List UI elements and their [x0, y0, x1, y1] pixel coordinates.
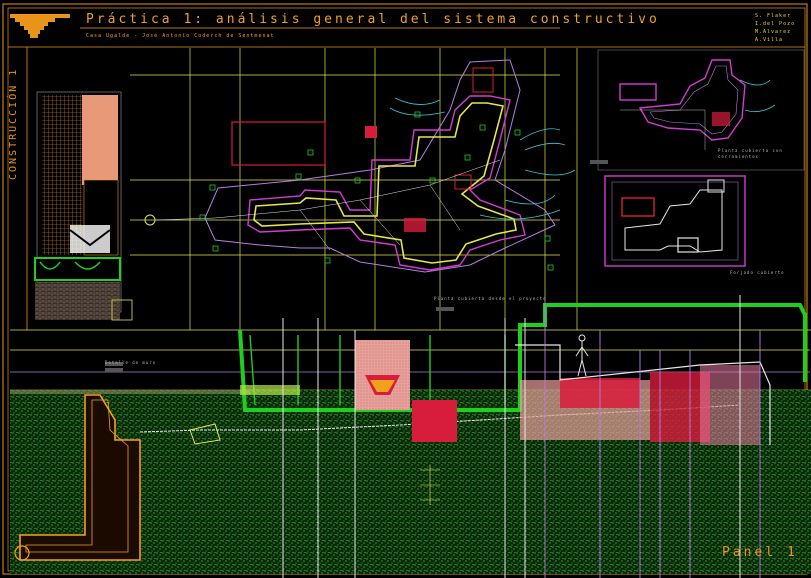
stepped-logo — [10, 14, 70, 38]
author-name: I.del Pozo — [755, 21, 796, 27]
site-plan — [144, 59, 576, 273]
section-side-label: CONSTRUCCIÓN 1 — [2, 60, 24, 180]
cad-drawing-canvas[interactable]: Práctica 1: análisis general del sistema… — [0, 0, 811, 578]
drawing-subtitle: Casa Ugalde - José Antonio Coderch de Se… — [86, 33, 275, 39]
panel-label: Panel 1 — [722, 545, 798, 560]
author-name: A.Villa — [755, 37, 784, 43]
author-name: M.Alvarez — [755, 29, 792, 35]
side-label-text: CONSTRUCCIÓN 1 — [8, 67, 19, 180]
section-drawing — [10, 295, 811, 578]
wall-detail-elevation — [34, 91, 133, 366]
caption-site-plan: Planta cubierta desde el proyecto — [434, 296, 547, 301]
author-list: S. Flaker I.del Pozo M.Alvarez A.Villa — [755, 12, 811, 44]
floor-plan-middle — [604, 175, 746, 267]
author-name: S. Flaker — [755, 13, 792, 19]
drawing-svg — [2, 3, 811, 578]
caption-detail-left: Detalle de muro — [105, 360, 157, 365]
caption-plan-top-right: Planta cubierta con cerramientos — [718, 148, 783, 159]
human-figure-icon — [575, 334, 589, 377]
caption-plan-mid-right: Forjado cubierto — [730, 270, 785, 275]
drawing-title: Práctica 1: análisis general del sistema… — [86, 12, 660, 27]
